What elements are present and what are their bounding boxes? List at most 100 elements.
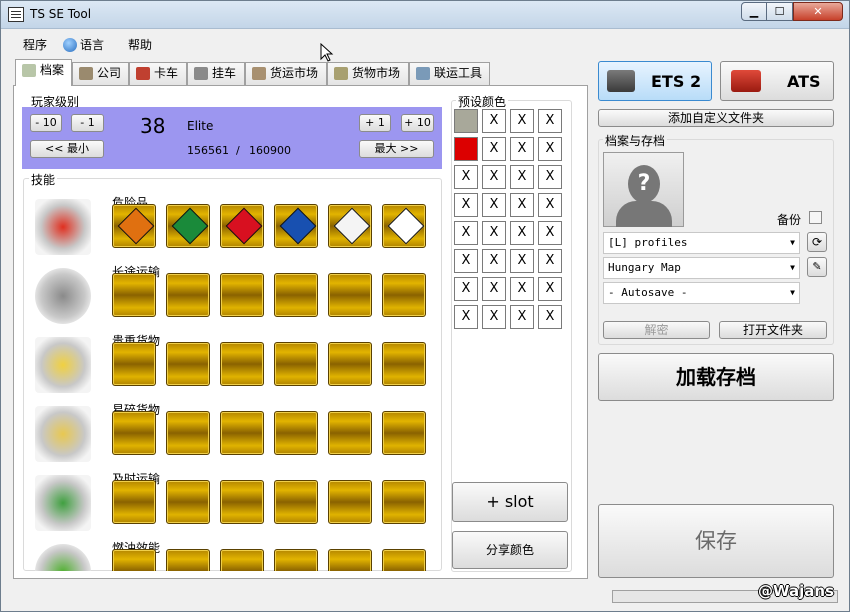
tab-convoy-tools[interactable]: 联运工具 [409, 62, 490, 85]
skill-level-slot[interactable] [112, 273, 156, 317]
empty-color-slot[interactable]: X [482, 305, 506, 329]
refresh-icon[interactable]: ⟳ [807, 232, 827, 252]
load-save-button[interactable]: 加载存档 [598, 353, 834, 401]
share-colors-button[interactable]: 分享颜色 [452, 531, 568, 569]
skill-level-slot[interactable] [112, 480, 156, 524]
decrypt-button[interactable]: 解密 [603, 321, 710, 339]
empty-color-slot[interactable]: X [538, 109, 562, 133]
skill-level-slot[interactable] [382, 549, 426, 571]
skill-level-slot[interactable] [382, 480, 426, 524]
empty-color-slot[interactable]: X [482, 165, 506, 189]
empty-color-slot[interactable]: X [510, 137, 534, 161]
empty-color-slot[interactable]: X [538, 305, 562, 329]
skill-level-slot[interactable] [274, 411, 318, 455]
empty-color-slot[interactable]: X [510, 193, 534, 217]
skill-level-slot[interactable] [382, 273, 426, 317]
preset-color-swatch[interactable] [454, 137, 478, 161]
skill-level-slot[interactable] [112, 342, 156, 386]
skill-level-slot[interactable] [166, 411, 210, 455]
empty-color-slot[interactable]: X [538, 193, 562, 217]
skill-level-slot[interactable] [166, 204, 210, 248]
skill-level-slot[interactable] [166, 273, 210, 317]
empty-color-slot[interactable]: X [510, 249, 534, 273]
skill-level-slot[interactable] [328, 342, 372, 386]
empty-color-slot[interactable]: X [510, 221, 534, 245]
empty-color-slot[interactable]: X [538, 165, 562, 189]
level-plus-10-button[interactable]: + 10 [401, 114, 434, 132]
empty-color-slot[interactable]: X [482, 221, 506, 245]
skill-level-slot[interactable] [382, 204, 426, 248]
profile-select[interactable]: [L] profiles ▼ [603, 232, 800, 254]
close-button[interactable]: ✕ [793, 2, 843, 21]
menu-language[interactable]: 语言 [63, 36, 104, 53]
backup-checkbox[interactable] [809, 211, 822, 224]
preset-color-swatch[interactable] [454, 109, 478, 133]
skill-level-slot[interactable] [328, 273, 372, 317]
skill-level-slot[interactable] [328, 549, 372, 571]
skill-level-slot[interactable] [220, 342, 264, 386]
add-custom-folder-button[interactable]: 添加自定义文件夹 [598, 109, 834, 127]
skill-level-slot[interactable] [220, 204, 264, 248]
level-max-button[interactable]: 最大 >> [359, 140, 434, 158]
empty-color-slot[interactable]: X [454, 193, 478, 217]
skill-level-slot[interactable] [220, 273, 264, 317]
empty-color-slot[interactable]: X [482, 193, 506, 217]
skill-level-slot[interactable] [328, 204, 372, 248]
open-folder-button[interactable]: 打开文件夹 [719, 321, 827, 339]
ets2-button[interactable]: ETS 2 [598, 61, 712, 101]
empty-color-slot[interactable]: X [482, 277, 506, 301]
empty-color-slot[interactable]: X [454, 277, 478, 301]
minimize-button[interactable]: ▁ [741, 2, 767, 21]
menu-help[interactable]: 帮助 [128, 36, 152, 53]
skill-level-slot[interactable] [382, 411, 426, 455]
empty-color-slot[interactable]: X [482, 249, 506, 273]
empty-color-slot[interactable]: X [510, 165, 534, 189]
empty-color-slot[interactable]: X [510, 305, 534, 329]
empty-color-slot[interactable]: X [454, 165, 478, 189]
level-minus-1-button[interactable]: - 1 [71, 114, 104, 132]
empty-color-slot[interactable]: X [510, 277, 534, 301]
skill-level-slot[interactable] [220, 411, 264, 455]
tab-trailer[interactable]: 挂车 [187, 62, 245, 85]
title-bar[interactable]: TS SE Tool ▁ ☐ ✕ [1, 1, 849, 29]
skill-level-slot[interactable] [274, 480, 318, 524]
tab-freight-market[interactable]: 货运市场 [245, 62, 327, 85]
empty-color-slot[interactable]: X [538, 137, 562, 161]
skill-level-slot[interactable] [328, 411, 372, 455]
tab-cargo-market[interactable]: 货物市场 [327, 62, 409, 85]
tab-truck[interactable]: 卡车 [129, 62, 187, 85]
level-plus-1-button[interactable]: + 1 [359, 114, 391, 132]
skill-level-slot[interactable] [112, 549, 156, 571]
maximize-button[interactable]: ☐ [767, 2, 793, 21]
skill-level-slot[interactable] [328, 480, 372, 524]
level-min-button[interactable]: << 最小 [30, 140, 104, 158]
skill-level-slot[interactable] [220, 480, 264, 524]
empty-color-slot[interactable]: X [538, 221, 562, 245]
profile-name-select[interactable]: Hungary Map ▼ [603, 257, 800, 279]
empty-color-slot[interactable]: X [454, 221, 478, 245]
skill-level-slot[interactable] [382, 342, 426, 386]
tab-company[interactable]: 公司 [72, 62, 129, 85]
menu-program[interactable]: 程序 [23, 36, 47, 53]
empty-color-slot[interactable]: X [538, 277, 562, 301]
edit-icon[interactable]: ✎ [807, 257, 827, 277]
level-minus-10-button[interactable]: - 10 [30, 114, 62, 132]
empty-color-slot[interactable]: X [482, 137, 506, 161]
skill-level-slot[interactable] [274, 204, 318, 248]
skill-level-slot[interactable] [274, 273, 318, 317]
skill-level-slot[interactable] [112, 411, 156, 455]
skill-level-slot[interactable] [220, 549, 264, 571]
skill-level-slot[interactable] [274, 549, 318, 571]
skill-level-slot[interactable] [274, 342, 318, 386]
empty-color-slot[interactable]: X [454, 305, 478, 329]
skill-level-slot[interactable] [166, 342, 210, 386]
skill-level-slot[interactable] [166, 549, 210, 571]
ats-button[interactable]: ATS [720, 61, 834, 101]
skill-level-slot[interactable] [112, 204, 156, 248]
save-select[interactable]: - Autosave - ▼ [603, 282, 800, 304]
save-button[interactable]: 保存 [598, 504, 834, 578]
empty-color-slot[interactable]: X [510, 109, 534, 133]
skill-level-slot[interactable] [166, 480, 210, 524]
empty-color-slot[interactable]: X [538, 249, 562, 273]
empty-color-slot[interactable]: X [454, 249, 478, 273]
